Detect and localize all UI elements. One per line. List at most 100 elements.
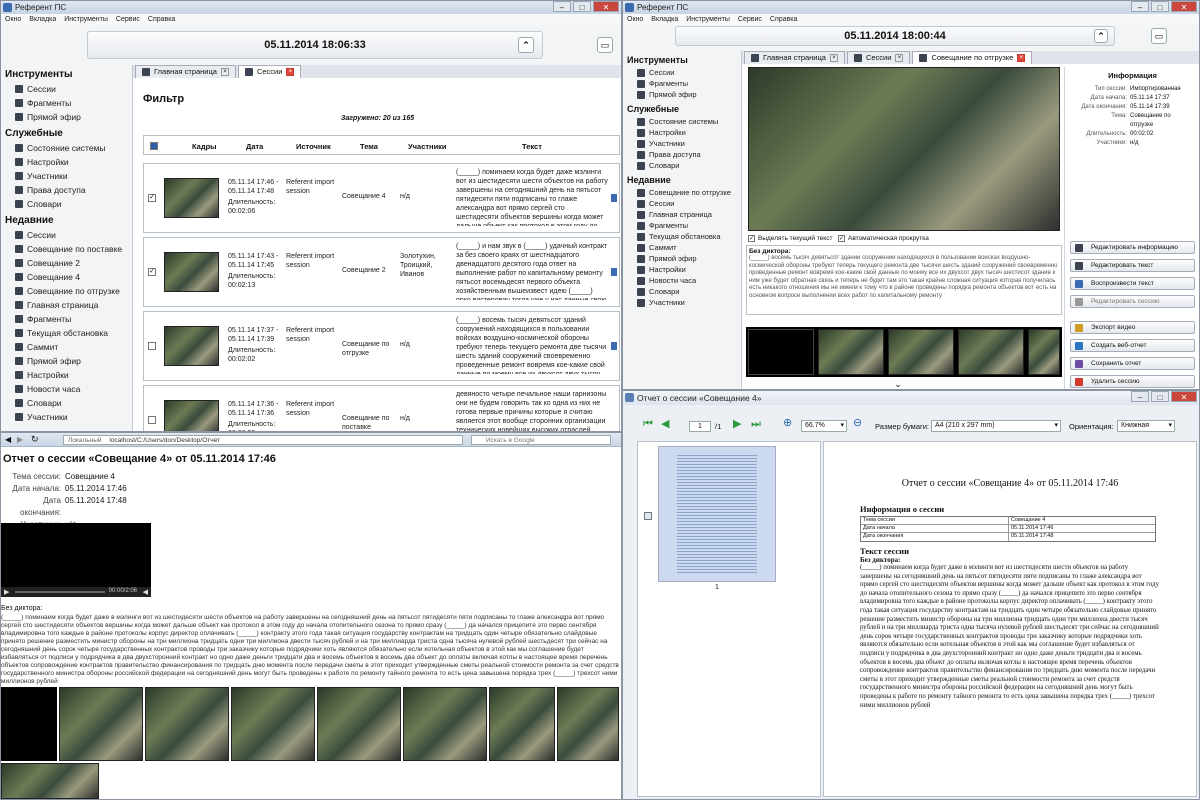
page-thumbnail[interactable]	[658, 446, 776, 582]
recent-item[interactable]: Настройки	[623, 264, 741, 275]
row-checkbox[interactable]	[148, 342, 156, 350]
sidebar-item-dictionaries[interactable]: Словари	[623, 160, 741, 171]
sidebar-item-settings[interactable]: Настройки	[1, 155, 131, 169]
maximize-button[interactable]: □	[1151, 391, 1169, 402]
recent-item[interactable]: Прямой эфир	[1, 354, 131, 368]
frame-thumbnail[interactable]	[164, 178, 219, 218]
menu-service[interactable]: Сервис	[738, 14, 762, 25]
sidebar-item-live[interactable]: Прямой эфир	[1, 110, 131, 124]
play-icon[interactable]: ▶	[4, 588, 9, 596]
zoom-select[interactable]: 66.7% ▾	[801, 420, 847, 432]
menu-help[interactable]: Справка	[770, 14, 797, 25]
col-frames[interactable]: Кадры	[192, 142, 217, 151]
sidebar-item-status[interactable]: Состояние системы	[1, 141, 131, 155]
row-scroll-icon[interactable]	[611, 194, 617, 202]
row-checkbox[interactable]: ✓	[148, 194, 156, 202]
sidebar-item-sessions[interactable]: Сессии	[1, 82, 131, 96]
sidebar-item-access[interactable]: Права доступа	[1, 183, 131, 197]
col-source[interactable]: Источник	[296, 142, 331, 151]
frame-thumbnail[interactable]	[557, 687, 619, 761]
recent-item[interactable]: Совещание 2	[1, 256, 131, 270]
recent-item[interactable]: Словари	[1, 396, 131, 410]
volume-icon[interactable]: ◀	[143, 588, 148, 596]
search-input[interactable]: Искать в Google	[471, 435, 611, 445]
recent-item[interactable]: Совещание по отгрузке	[623, 187, 741, 198]
panel-toggle-icon[interactable]: ▭	[1151, 28, 1167, 44]
frame-thumbnail[interactable]	[164, 252, 219, 292]
menu-tab[interactable]: Вкладка	[651, 14, 678, 25]
prev-page-icon[interactable]: ◀	[661, 419, 669, 430]
frame-thumbnail[interactable]	[145, 687, 229, 761]
recent-item[interactable]: Участники	[1, 410, 131, 424]
collapse-chevron-icon[interactable]: ⌃	[518, 37, 534, 53]
frame-thumbnail[interactable]	[317, 687, 401, 761]
row-checkbox[interactable]	[148, 416, 156, 424]
recent-item[interactable]: Главная страница	[623, 209, 741, 220]
recent-item[interactable]: Главная страница	[1, 298, 131, 312]
tab-sessions[interactable]: Сессии ×	[846, 51, 911, 64]
menu-tools[interactable]: Инструменты	[64, 14, 108, 25]
recent-item[interactable]: Совещание 4	[1, 270, 131, 284]
close-icon[interactable]: ×	[220, 68, 229, 76]
frame-black[interactable]	[748, 329, 814, 375]
autoscroll-checkbox[interactable]: ✓	[838, 235, 845, 242]
url-field[interactable]: Локальный localhost/C:/Users/don/Desktop…	[63, 435, 463, 445]
sidebar-item-settings[interactable]: Настройки	[623, 127, 741, 138]
close-button[interactable]: ✕	[1171, 391, 1197, 402]
close-icon[interactable]: ×	[895, 54, 904, 62]
menu-help[interactable]: Справка	[148, 14, 175, 25]
paper-size-select[interactable]: А4 (210 x 297 mm) ▾	[931, 420, 1061, 432]
reload-icon[interactable]: ↻	[31, 434, 39, 445]
frame-thumbnail[interactable]	[164, 326, 219, 366]
recent-item[interactable]: Саммит	[623, 242, 741, 253]
sidebar-item-access[interactable]: Права доступа	[623, 149, 741, 160]
sidebar-item-fragments[interactable]: Фрагменты	[623, 78, 741, 89]
recent-item[interactable]: Сессии	[1, 228, 131, 242]
close-icon[interactable]: ×	[829, 54, 838, 62]
recent-item[interactable]: Фрагменты	[623, 220, 741, 231]
recent-item[interactable]: Текущая обстановка	[623, 231, 741, 242]
frame-thumbnail[interactable]	[958, 329, 1024, 375]
save-report-button[interactable]: Сохранить отчет	[1070, 357, 1195, 370]
recent-item[interactable]: Саммит	[1, 340, 131, 354]
tab-session-shipping[interactable]: Совещание по отгрузке ×	[912, 51, 1033, 64]
recent-item[interactable]: Совещание по поставке	[1, 242, 131, 256]
frame-black[interactable]	[1, 687, 57, 761]
table-row[interactable]: 05.11.14 17:37 - 05.11.14 17:39 Длительн…	[143, 311, 620, 381]
edit-text-button[interactable]: Редактировать текст	[1070, 259, 1195, 272]
menu-window[interactable]: Окно	[5, 14, 21, 25]
col-text[interactable]: Текст	[522, 142, 542, 151]
frame-thumbnail[interactable]	[164, 400, 219, 431]
frame-thumbnail[interactable]	[1, 763, 99, 799]
menu-tools[interactable]: Инструменты	[686, 14, 730, 25]
recent-item[interactable]: Сессии	[623, 198, 741, 209]
back-icon[interactable]: ◀	[5, 435, 11, 444]
row-scroll-icon[interactable]	[611, 342, 617, 350]
transcript-box[interactable]: Без диктора: (_____) восемь тысяч девять…	[746, 245, 1062, 315]
sidebar-item-dictionaries[interactable]: Словари	[1, 197, 131, 211]
close-button[interactable]: ✕	[593, 1, 619, 12]
row-scroll-icon[interactable]	[611, 268, 617, 276]
recent-item[interactable]: Новости часа	[1, 382, 131, 396]
frame-thumbnail[interactable]	[1028, 329, 1060, 375]
edit-info-button[interactable]: Редактировать информацию	[1070, 241, 1195, 254]
recent-item[interactable]: Словари	[623, 286, 741, 297]
checkbox-highlight-row[interactable]: ✓ Выделять текущий текст	[748, 235, 832, 242]
video-viewer[interactable]	[748, 67, 1060, 231]
frame-thumbnail[interactable]	[888, 329, 954, 375]
col-date[interactable]: Дата	[246, 142, 263, 151]
tab-home[interactable]: Главная страница ×	[135, 65, 236, 78]
maximize-button[interactable]: □	[573, 1, 591, 12]
close-icon[interactable]: ×	[1017, 54, 1026, 62]
video-player[interactable]: ▶ 00:00/2:06 ◀	[1, 523, 151, 597]
sidebar-item-fragments[interactable]: Фрагменты	[1, 96, 131, 110]
menu-tab[interactable]: Вкладка	[29, 14, 56, 25]
recent-item[interactable]: Фрагменты	[1, 312, 131, 326]
col-topic[interactable]: Тема	[360, 142, 378, 151]
sidebar-item-participants[interactable]: Участники	[1, 169, 131, 183]
export-video-button[interactable]: Экспорт видео	[1070, 321, 1195, 334]
table-row[interactable]: ✓ 05.11.14 17:43 - 05.11.14 17:45 Длител…	[143, 237, 620, 307]
frame-thumbnail[interactable]	[231, 687, 315, 761]
menu-service[interactable]: Сервис	[116, 14, 140, 25]
video-progress[interactable]	[15, 591, 105, 593]
